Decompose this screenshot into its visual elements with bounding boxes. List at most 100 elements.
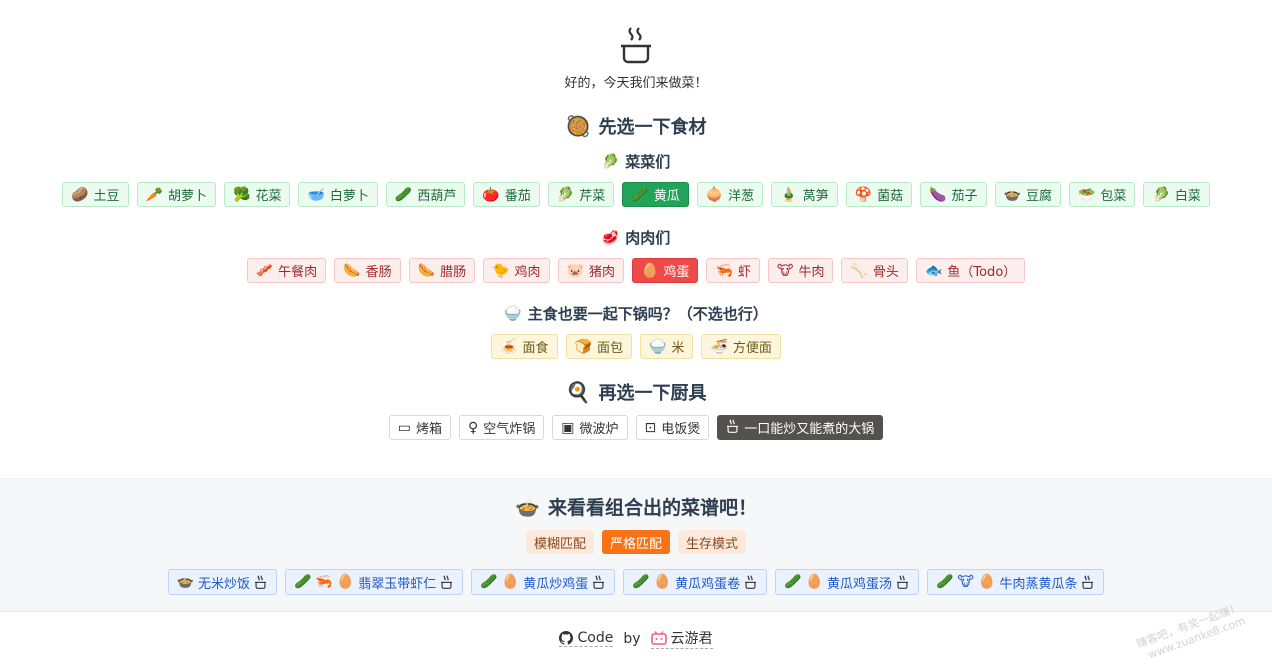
meat-label: 虾 [737,265,751,280]
tool-tag[interactable]: ⊡ 电饭煲 [635,415,710,440]
cooking-pot-icon [744,575,758,589]
vegetable-tag[interactable]: 🍆 茄子 [920,182,987,207]
tool-tag[interactable]: ▭ 烤箱 [388,415,451,440]
ingredient-icon: 🥚 [805,574,823,590]
github-icon [559,631,574,645]
vegetable-icon: 🎍 [780,186,798,203]
tool-label: 空气炸锅 [483,422,536,437]
meat-tag[interactable]: 🦴 骨头 [841,258,908,283]
vegetable-tag[interactable]: 🍲 豆腐 [994,182,1061,207]
vegetable-icon: 🥒 [631,186,649,203]
staple-label: 米 [671,341,685,356]
cooking-pot-icon [254,575,268,589]
staple-tag[interactable]: 🍞 面包 [565,334,632,359]
vegetable-tag[interactable]: 🥕 胡萝卜 [136,182,216,207]
vegetable-tag[interactable]: 🥒 黄瓜 [622,182,689,207]
meat-tag[interactable]: 🌭 腊肠 [408,258,476,283]
vegetable-label: 豆腐 [1025,189,1052,204]
ingredient-icon: 🥒 [784,574,802,590]
vegetable-icon: 🍅 [482,186,500,203]
meat-icon: 🐮 [776,262,794,279]
ingredient-icon: 🥚 [336,574,355,590]
vegetable-icon: 🥕 [145,186,163,203]
vegetable-tag[interactable]: 🥬 白菜 [1143,182,1210,207]
ingredient-icon: 🍲 [176,574,194,590]
meat-tag[interactable]: 🦐 虾 [706,258,760,283]
match-mode-button[interactable]: 模糊匹配 [525,530,594,554]
meat-tag[interactable]: 🐮 牛肉 [767,258,834,283]
meat-icon: 🌭 [417,262,436,279]
meat-tag[interactable]: 🐤 鸡肉 [483,258,550,283]
match-mode-button[interactable]: 生存模式 [678,530,747,554]
vegetable-icon: 🍄 [854,186,873,203]
vegetable-tag[interactable]: 🥒 西葫芦 [385,182,466,207]
recipe-link[interactable]: 🥒 🐮 🥚 牛肉蒸黄瓜条 [926,569,1105,595]
tool-tag[interactable]: ♀ 空气炸锅 [458,415,545,440]
meat-icon: 🐟 [924,262,943,279]
results-title-text: 来看看组合出的菜谱吧！ [547,497,757,519]
results-title: 🍲 来看看组合出的菜谱吧！ [0,493,1272,520]
meat-label: 鱼（Todo） [947,265,1017,280]
vegetable-tag[interactable]: 🥦 花菜 [224,182,291,207]
match-mode-button[interactable]: 严格匹配 [601,530,670,554]
staple-tag[interactable]: 🍜 方便面 [701,334,781,359]
leafy-green-icon: 🥬 [601,153,620,170]
bilibili-tv-icon [650,631,667,645]
vegetable-tag[interactable]: 🥔 土豆 [62,182,129,207]
meat-icon: 🥩 [601,229,620,246]
meat-icon: 🌭 [343,262,361,279]
vegetable-tag[interactable]: 🍄 菌菇 [845,182,913,207]
recipe-link[interactable]: 🍲 无米炒饭 [167,569,277,595]
ingredient-icon: 🥒 [293,574,312,590]
meat-label: 鸡肉 [514,265,541,280]
github-code-link[interactable]: Code [559,630,614,647]
staple-icon: 🍜 [710,338,728,355]
vegetable-icon: 🍲 [1003,186,1021,203]
author-link[interactable]: 云游君 [650,628,713,649]
page-subtitle: 好的，今天我们来做菜！ [564,76,708,91]
tool-tag[interactable]: ▣ 微波炉 [552,415,628,440]
tool-icon [726,419,739,436]
vegetables-title: 🥬 菜菜们 [0,151,1272,172]
vegetable-tags: 🥔 土豆 🥕 胡萝卜 🥦 花菜 🥣 白萝卜 🥒 西葫芦 🍅 番茄 🥬 芹菜 🥒 黄瓜 🧅 洋葱 🎍 莴笋 🍄 菌菇 🍆 茄子 🍲… [0,182,1272,207]
meat-tag[interactable]: 🐷 猪肉 [557,258,624,283]
vegetable-label: 菌菇 [877,189,904,204]
vegetable-tag[interactable]: 🥣 白萝卜 [298,182,378,207]
match-mode-tags: 模糊匹配 严格匹配 生存模式 [0,530,1272,554]
meat-icon: 🦐 [715,262,733,279]
vegetable-label: 包菜 [1100,189,1127,204]
recipe-link[interactable]: 🥒 🥚 黄瓜鸡蛋卷 [623,569,768,595]
recipe-label: 翡翠玉带虾仁 [358,576,437,592]
recipe-label: 牛肉蒸黄瓜条 [999,576,1078,592]
meat-tag[interactable]: 🌭 香肠 [334,258,401,283]
vegetable-tag[interactable]: 🥬 芹菜 [547,182,615,207]
meat-tag[interactable]: 🥓 午餐肉 [246,258,327,283]
header: 好的，今天我们来做菜！ [0,0,1272,91]
meats-title-text: 肉肉们 [625,229,671,247]
vegetable-label: 莴笋 [802,189,829,204]
vegetable-tag[interactable]: 🍅 番茄 [473,182,540,207]
vegetable-icon: 🥦 [233,186,251,203]
tools-title: 🍳 再选一下厨具 [0,379,1272,405]
meat-label: 牛肉 [798,265,825,280]
recipe-list: 🍲 无米炒饭 🥒 🦐 🥚 翡翠玉带虾仁 🥒 🥚 黄瓜炒鸡蛋 🥒 🥚 黄瓜鸡蛋卷 🥒 🥚 黄瓜鸡蛋汤 🥒 🐮 🥚 牛肉… [0,569,1272,595]
vegetable-tag[interactable]: 🎍 莴笋 [771,182,838,207]
ingredient-icon: 🥒 [935,574,954,590]
vegetable-tag[interactable]: 🥗 包菜 [1068,182,1136,207]
tool-tag[interactable]: 一口能炒又能煮的大锅 [717,415,884,440]
staple-tag[interactable]: 🍝 面食 [491,334,558,359]
recipe-label: 黄瓜鸡蛋卷 [675,576,741,592]
recipe-link[interactable]: 🥒 🦐 🥚 翡翠玉带虾仁 [284,569,464,595]
meat-tag[interactable]: 🥚 鸡蛋 [631,258,699,283]
meat-tag[interactable]: 🐟 鱼（Todo） [915,258,1026,283]
tool-tags: ▭ 烤箱 ♀ 空气炸锅 ▣ 微波炉 ⊡ 电饭煲 一口能炒又能煮的大锅 [0,415,1272,440]
vegetable-label: 胡萝卜 [167,189,207,204]
recipe-link[interactable]: 🥒 🥚 黄瓜炒鸡蛋 [471,569,616,595]
staple-icon: 🍚 [649,338,667,355]
staple-tag[interactable]: 🍚 米 [640,334,694,359]
vegetable-tag[interactable]: 🧅 洋葱 [696,182,764,207]
recipe-link[interactable]: 🥒 🥚 黄瓜鸡蛋汤 [775,569,919,595]
rice-icon: 🍚 [504,305,522,322]
tool-label: 烤箱 [415,422,442,437]
tool-icon: ♀ [467,419,479,436]
